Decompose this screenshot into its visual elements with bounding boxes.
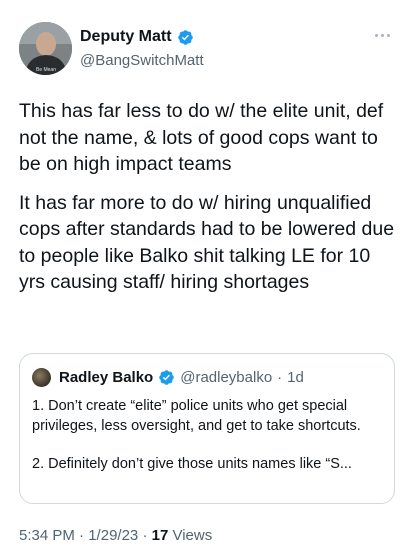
quoted-author-avatar [32,367,51,387]
avatar-photo-icon: Be Mean [19,22,72,75]
quoted-tweet-text: 1. Don’t create “elite” police units who… [32,396,382,474]
author-display-name[interactable]: Deputy Matt [80,28,172,46]
views-label: Views [172,527,213,544]
tweet-paragraph-2: It has far more to do w/ hiring unqualif… [19,191,395,294]
author-handle[interactable]: @BangSwitchMatt [80,52,204,69]
more-options-icon[interactable] [375,32,393,38]
meta-separator-2: · [142,527,148,544]
author-name-row: Deputy Matt [80,28,194,46]
quoted-tweet[interactable]: Radley Balko @radleybalko · 1d 1. Don’t … [19,353,395,504]
quoted-paragraph-1: 1. Don’t create “elite” police units who… [32,398,361,434]
tweet-header: Be Mean Deputy Matt @BangSwitchMatt [19,22,395,78]
author-avatar[interactable]: Be Mean [19,22,72,75]
svg-text:Be Mean: Be Mean [36,67,56,73]
quoted-tweet-header: Radley Balko @radleybalko · 1d [32,366,382,388]
quoted-paragraph-2: 2. Definitely don’t give those units nam… [32,456,352,472]
quoted-author-handle: @radleybalko [180,368,273,386]
verified-badge-icon [177,29,193,45]
tweet-date[interactable]: 1/29/23 [88,527,138,544]
tweet-time[interactable]: 5:34 PM [19,527,75,544]
tweet: Be Mean Deputy Matt @BangSwitchMatt This… [0,0,414,557]
quoted-author-display-name: Radley Balko [59,368,154,386]
views-count: 17 [151,527,169,544]
tweet-paragraph-1: This has far less to do w/ the elite uni… [19,100,384,175]
quoted-separator: · [277,368,283,386]
tweet-meta: 5:34 PM · 1/29/23 · 17 Views [19,527,212,544]
quoted-timestamp: 1d [287,368,304,386]
quoted-verified-badge-icon [159,369,174,385]
meta-separator-1: · [79,527,85,544]
tweet-text: This has far less to do w/ the elite uni… [19,98,400,308]
